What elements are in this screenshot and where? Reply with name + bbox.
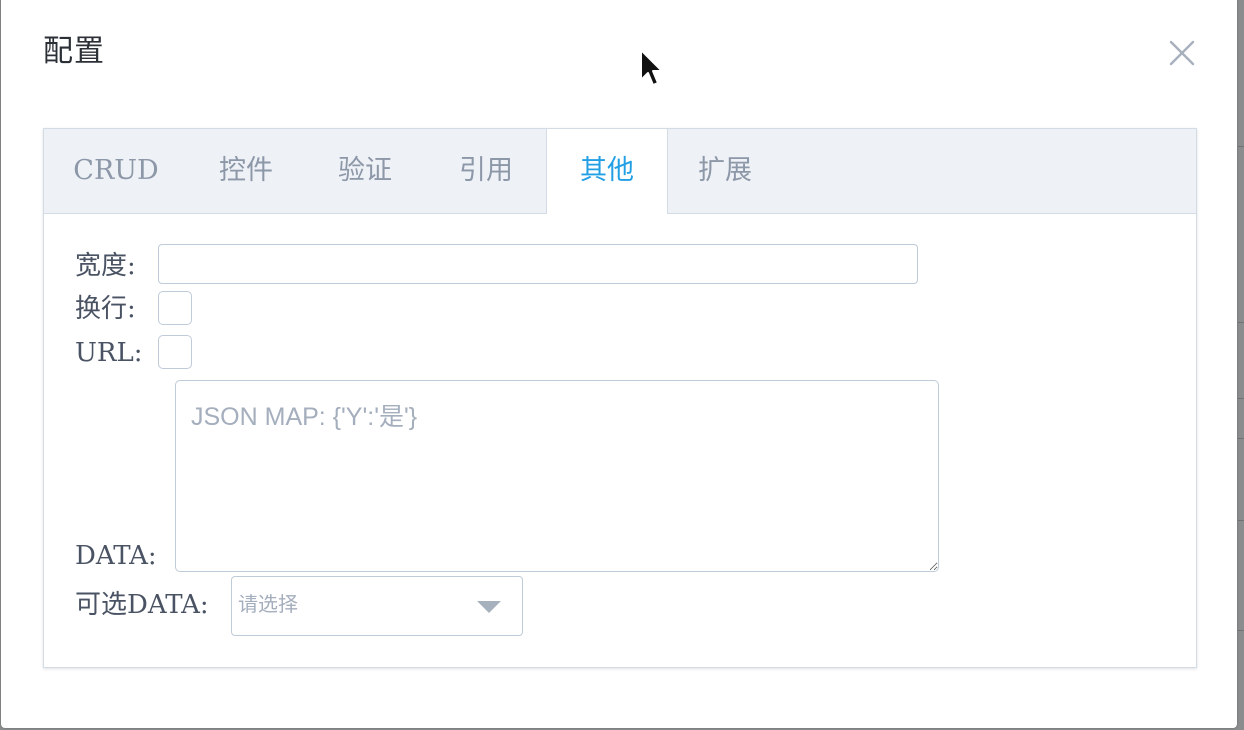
data-textarea[interactable]	[175, 380, 939, 572]
width-input[interactable]	[158, 244, 918, 284]
background-divider	[1238, 438, 1244, 439]
tab-other[interactable]: 其他	[546, 129, 668, 214]
tab-validation[interactable]: 验证	[304, 129, 426, 213]
wrap-checkbox[interactable]	[158, 291, 192, 325]
width-label: 宽度:	[75, 251, 136, 281]
dialog-title: 配置	[43, 34, 105, 69]
background-divider	[1238, 630, 1244, 631]
url-label: URL:	[75, 338, 143, 368]
tab-crud[interactable]: CRUD	[44, 129, 188, 213]
select-placeholder: 请选择	[238, 594, 298, 616]
close-icon	[1169, 40, 1195, 66]
url-checkbox[interactable]	[158, 335, 192, 369]
mouse-pointer-icon	[640, 49, 663, 86]
close-button[interactable]	[1167, 38, 1197, 68]
background-divider	[1238, 520, 1244, 521]
tab-bar: CRUD 控件 验证 引用 其他 扩展	[44, 129, 1196, 214]
background-divider	[1238, 398, 1244, 399]
background-divider	[1238, 146, 1244, 147]
tab-reference[interactable]: 引用	[426, 129, 546, 213]
optional-data-label: 可选DATA:	[75, 590, 209, 620]
config-tabs-panel: CRUD 控件 验证 引用 其他 扩展 宽度: 换行: URL: DATA: 可…	[43, 128, 1197, 668]
data-label: DATA:	[75, 541, 157, 571]
tab-controls[interactable]: 控件	[188, 129, 304, 213]
wrap-label: 换行:	[75, 294, 136, 324]
caret-down-icon	[477, 601, 501, 613]
optional-data-select[interactable]: 请选择	[231, 576, 523, 636]
config-dialog: 配置 CRUD 控件 验证 引用 其他 扩展 宽度: 换行: URL: DATA…	[1, 0, 1237, 728]
tab-extension[interactable]: 扩展	[668, 129, 782, 213]
background-divider	[1238, 322, 1244, 323]
